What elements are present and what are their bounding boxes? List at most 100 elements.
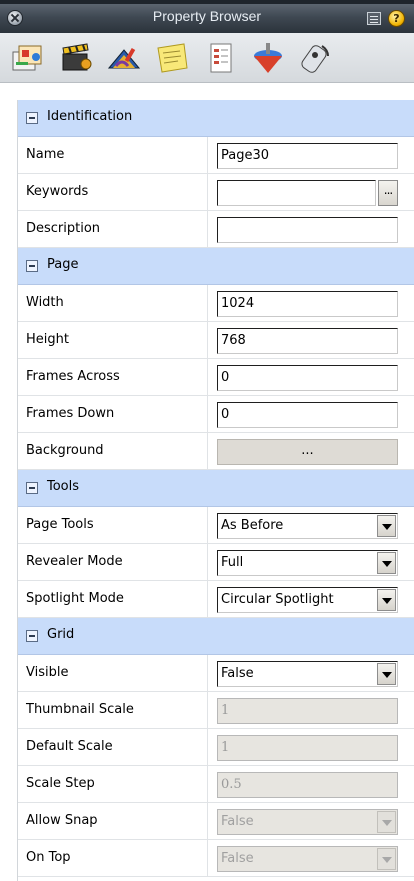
property-row-height: Height 768 <box>18 322 414 359</box>
description-field[interactable] <box>217 217 398 243</box>
thumbnail-scale-field: 1 <box>217 698 398 724</box>
row-divider <box>207 655 208 692</box>
row-divider <box>207 396 208 433</box>
allow-snap-select: False <box>217 809 398 835</box>
page-properties-icon[interactable] <box>203 40 239 76</box>
keywords-field[interactable] <box>217 180 376 206</box>
background-browse-button[interactable]: ... <box>217 439 398 465</box>
media-clapper-icon[interactable] <box>58 40 94 76</box>
property-label: Frames Down <box>26 406 115 421</box>
property-row-scale-step: Scale Step 0.5 <box>18 766 414 803</box>
property-row-width: Width 1024 <box>18 285 414 322</box>
property-label: On Top <box>26 850 71 865</box>
property-label: Thumbnail Scale <box>26 702 134 717</box>
chevron-down-icon[interactable] <box>377 663 396 685</box>
row-divider <box>207 285 208 322</box>
property-label: Scale Step <box>26 776 95 791</box>
row-divider <box>207 766 208 803</box>
row-divider <box>207 729 208 766</box>
section-page[interactable]: Page <box>18 248 414 285</box>
width-field[interactable]: 1024 <box>217 291 398 317</box>
property-row-revealer-mode: Revealer Mode Full <box>18 544 414 581</box>
page-tools-select[interactable]: As Before <box>217 513 398 539</box>
property-label: Page Tools <box>26 517 94 532</box>
row-divider <box>207 507 208 544</box>
property-row-frames-across: Frames Across 0 <box>18 359 414 396</box>
section-label: Grid <box>47 627 75 642</box>
property-label: Spotlight Mode <box>26 591 124 606</box>
property-label: Revealer Mode <box>26 554 123 569</box>
chevron-down-icon <box>377 811 396 833</box>
title-bar[interactable]: Property Browser ? <box>0 0 414 33</box>
section-label: Tools <box>47 479 80 494</box>
row-divider <box>207 581 208 618</box>
collapse-icon[interactable] <box>26 630 38 642</box>
property-row-default-scale: Default Scale 1 <box>18 729 414 766</box>
property-row-keywords: Keywords ... <box>18 174 414 211</box>
property-row-thumbnail-scale: Thumbnail Scale 1 <box>18 692 414 729</box>
spotlight-mode-select[interactable]: Circular Spotlight <box>217 587 398 613</box>
property-label: Keywords <box>26 184 89 199</box>
property-label: Name <box>26 147 65 162</box>
name-field[interactable]: Page30 <box>217 143 398 169</box>
visible-select[interactable]: False <box>217 661 398 687</box>
property-row-spotlight-mode: Spotlight Mode Circular Spotlight <box>18 581 414 618</box>
select-value: Circular Spotlight <box>221 592 334 607</box>
property-label: Description <box>26 221 101 236</box>
chevron-down-icon[interactable] <box>377 552 396 574</box>
row-divider <box>207 433 208 470</box>
on-top-select: False <box>217 846 398 872</box>
section-grid[interactable]: Grid <box>18 618 414 655</box>
chevron-down-icon <box>377 848 396 870</box>
property-label: Height <box>26 332 69 347</box>
row-divider <box>207 211 208 248</box>
help-icon[interactable]: ? <box>388 10 405 27</box>
insert-object-icon[interactable] <box>10 40 46 76</box>
property-row-background: Background ... <box>18 433 414 470</box>
row-divider <box>207 692 208 729</box>
collapse-icon[interactable] <box>26 112 38 124</box>
row-divider <box>207 359 208 396</box>
property-row-visible: Visible False <box>18 655 414 692</box>
property-row-page-tools: Page Tools As Before <box>18 507 414 544</box>
height-field[interactable]: 768 <box>217 328 398 354</box>
select-value: False <box>221 814 254 829</box>
scale-step-field: 0.5 <box>217 772 398 798</box>
toolbar <box>0 33 414 83</box>
section-label: Identification <box>47 109 133 124</box>
select-value: False <box>221 666 254 681</box>
property-label: Default Scale <box>26 739 113 754</box>
property-row-allow-snap: Allow Snap False <box>18 803 414 840</box>
keywords-browse-button[interactable]: ... <box>378 180 398 206</box>
property-label: Frames Across <box>26 369 120 384</box>
spinning-top-icon[interactable] <box>250 40 286 76</box>
select-value: False <box>221 851 254 866</box>
frames-down-field[interactable]: 0 <box>217 402 398 428</box>
section-label: Page <box>47 257 79 272</box>
property-label: Background <box>26 443 104 458</box>
chevron-down-icon[interactable] <box>377 589 396 611</box>
section-identification[interactable]: Identification <box>18 100 414 137</box>
property-label: Allow Snap <box>26 813 98 828</box>
window-title: Property Browser <box>152 8 262 24</box>
property-row-frames-down: Frames Down 0 <box>18 396 414 433</box>
chevron-down-icon[interactable] <box>377 515 396 537</box>
revealer-mode-select[interactable]: Full <box>217 550 398 576</box>
section-tools[interactable]: Tools <box>18 470 414 507</box>
menu-icon[interactable] <box>367 12 381 25</box>
collapse-icon[interactable] <box>26 260 38 272</box>
select-value: As Before <box>221 518 284 533</box>
remote-control-icon[interactable] <box>298 40 334 76</box>
row-divider <box>207 174 208 211</box>
frames-across-field[interactable]: 0 <box>217 365 398 391</box>
collapse-icon[interactable] <box>26 482 38 494</box>
sticky-note-icon[interactable] <box>154 40 190 76</box>
book-tools-icon[interactable] <box>106 40 142 76</box>
row-divider <box>207 137 208 174</box>
property-row-description: Description <box>18 211 414 248</box>
row-divider <box>207 544 208 581</box>
property-row-on-top: On Top False <box>18 840 414 877</box>
property-label: Visible <box>26 665 69 680</box>
row-divider <box>207 840 208 877</box>
default-scale-field: 1 <box>217 735 398 761</box>
